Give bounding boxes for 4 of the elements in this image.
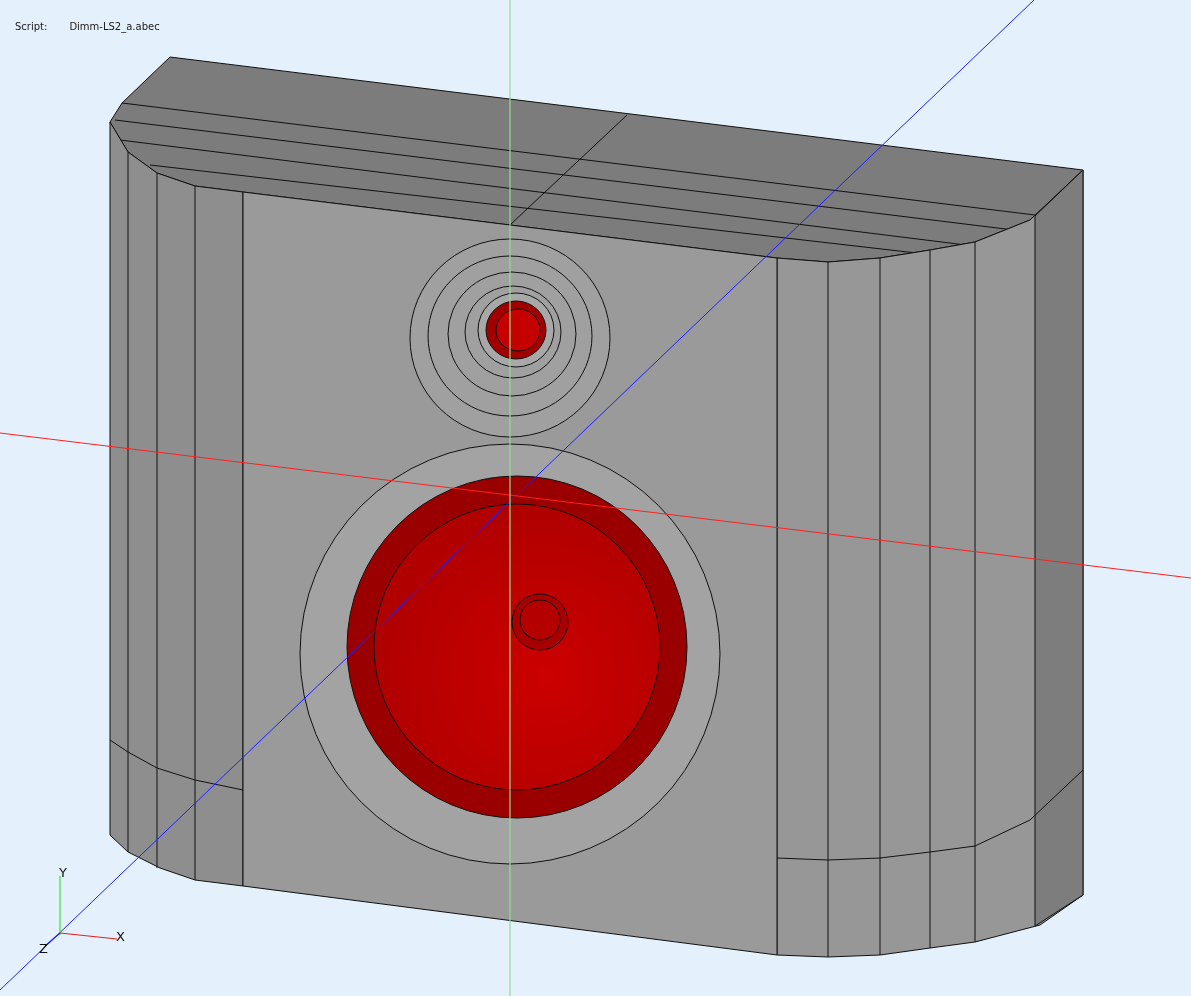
y-axis-label: Y: [59, 865, 67, 880]
script-filename: Dimm-LS2_a.abec: [69, 21, 160, 32]
script-label: Script:: [15, 21, 48, 32]
x-axis-label: X: [116, 929, 125, 944]
